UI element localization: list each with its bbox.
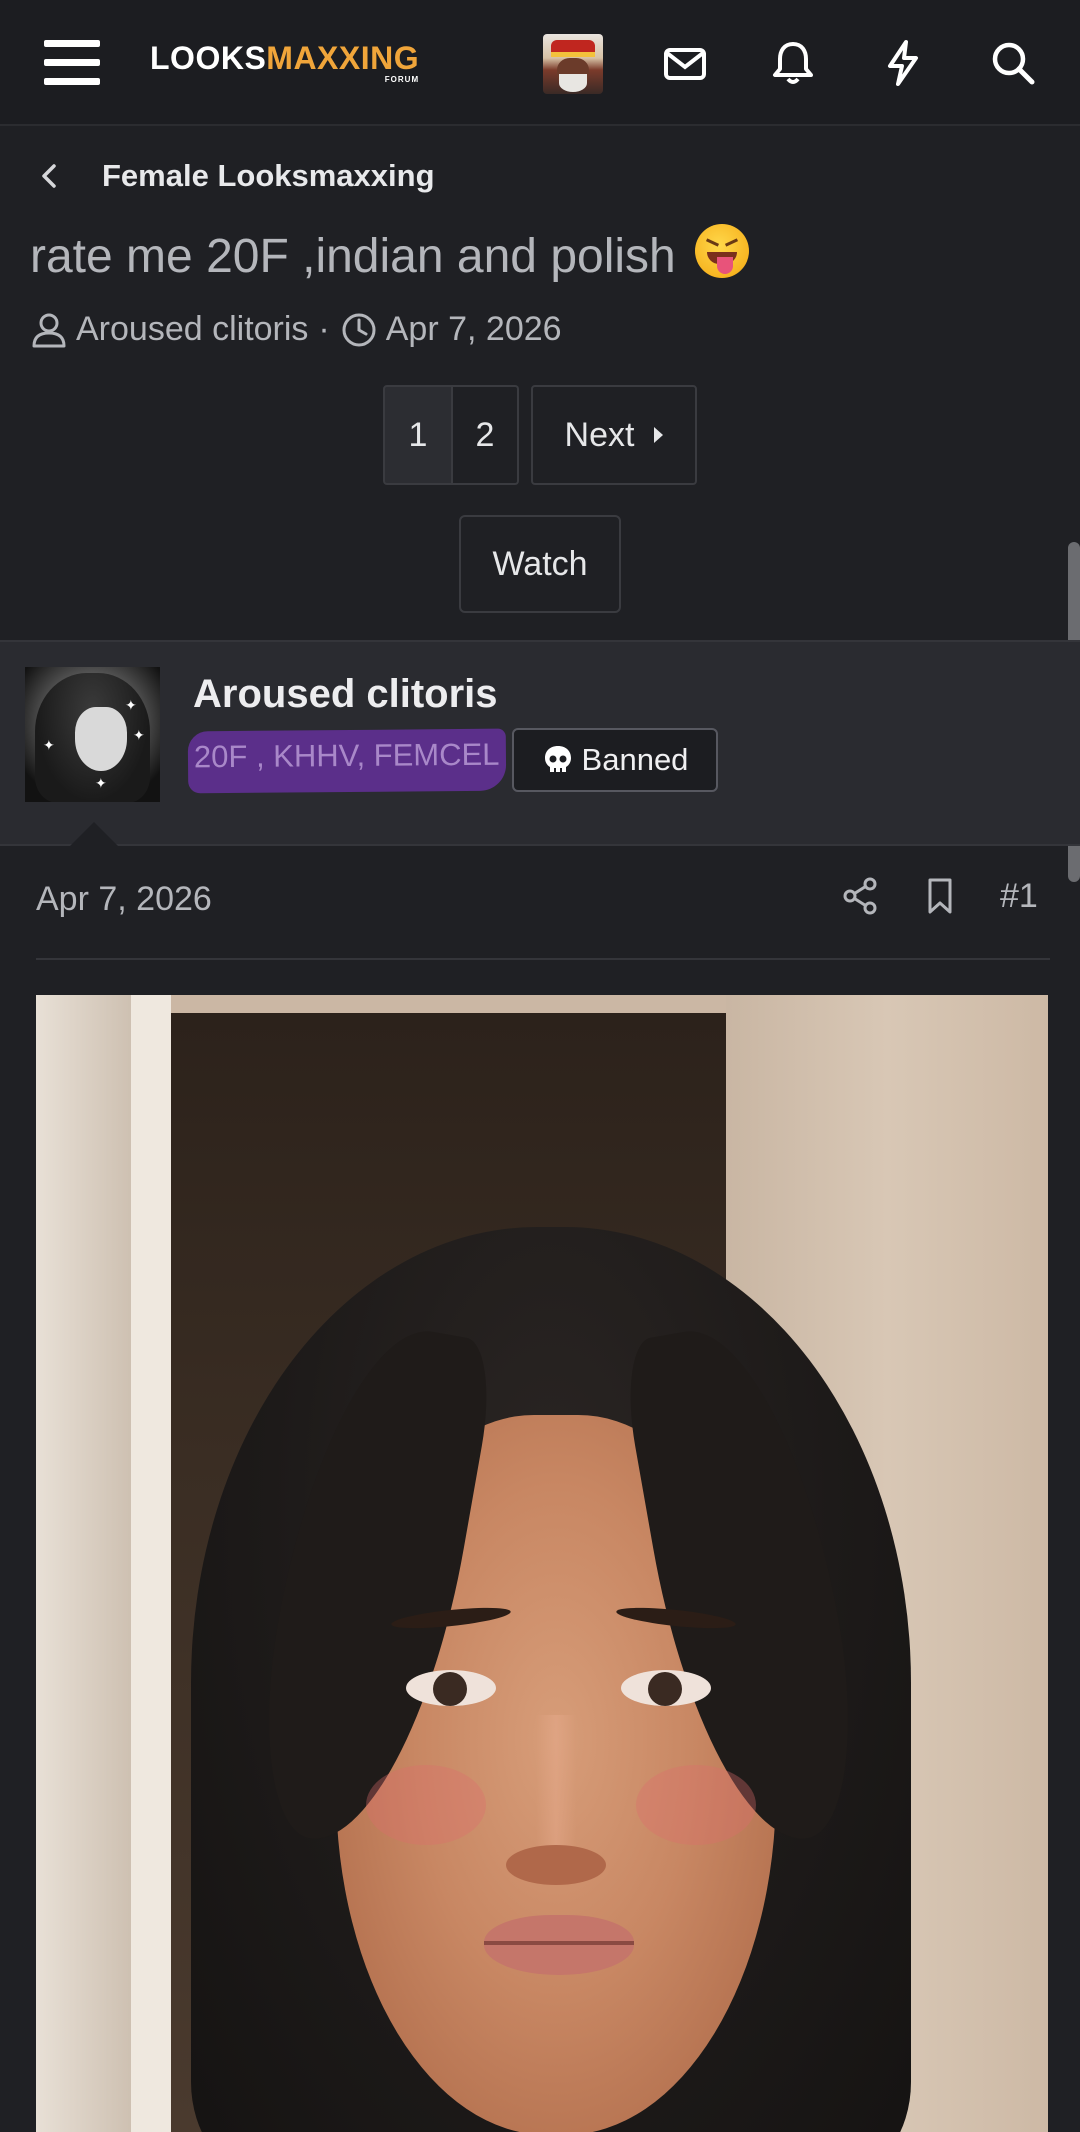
mail-icon[interactable] — [660, 38, 710, 88]
skull-icon — [544, 746, 571, 772]
share-icon[interactable] — [840, 876, 880, 916]
menu-icon[interactable] — [44, 38, 102, 88]
squinting-tongue-emoji-icon — [695, 224, 750, 278]
user-title: 20F , KHHV, FEMCEL — [187, 728, 506, 794]
clock-icon — [342, 313, 376, 346]
breadcrumb-label[interactable]: Female Looksmaxxing — [102, 158, 435, 194]
post-avatar[interactable]: ✦ ✦ ✦ ✦ — [25, 667, 160, 802]
meta-separator: · — [318, 310, 330, 348]
user-icon — [32, 313, 66, 347]
thread-date[interactable]: Apr 7, 2026 — [386, 310, 562, 349]
post-pointer — [70, 822, 118, 846]
next-page-button[interactable]: Next — [531, 385, 697, 485]
post-actions: #1 — [840, 876, 1038, 916]
logo-looks: LOOKS — [150, 40, 267, 76]
post-number[interactable]: #1 — [1000, 877, 1038, 916]
breadcrumb[interactable]: Female Looksmaxxing — [30, 156, 435, 196]
top-bar: LOOKSMAXXING FORUM — [0, 0, 1080, 126]
post-date[interactable]: Apr 7, 2026 — [36, 880, 212, 919]
post-user-header: ✦ ✦ ✦ ✦ Aroused clitoris 20F , KHHV, FEM… — [0, 640, 1080, 846]
logo-forum: FORUM — [384, 75, 420, 84]
post-username[interactable]: Aroused clitoris — [193, 672, 498, 717]
thread-author[interactable]: Aroused clitoris — [76, 310, 308, 349]
pagination: 1 2 Next — [383, 385, 697, 485]
site-logo[interactable]: LOOKSMAXXING FORUM — [150, 40, 420, 84]
chevron-left-icon — [42, 164, 56, 188]
caret-right-icon — [654, 427, 664, 443]
thread-title-text: rate me 20F ,indian and polish — [30, 230, 676, 283]
lightning-icon[interactable] — [878, 38, 928, 88]
page-2-button[interactable]: 2 — [453, 385, 519, 485]
thread-meta: Aroused clitoris · Apr 7, 2026 — [30, 310, 562, 349]
thread-title: rate me 20F ,indian and polish — [30, 224, 750, 284]
post-divider — [36, 958, 1050, 960]
banned-label: Banned — [581, 742, 689, 777]
page-1-button[interactable]: 1 — [383, 385, 453, 485]
post-image[interactable] — [36, 995, 1048, 2132]
bell-icon[interactable] — [768, 38, 818, 88]
user-avatar[interactable] — [543, 34, 603, 94]
banned-badge: Banned — [512, 728, 718, 792]
logo-maxxing: MAXXING — [266, 40, 420, 76]
bookmark-icon[interactable] — [920, 876, 960, 916]
next-label: Next — [564, 415, 635, 454]
search-icon[interactable] — [988, 38, 1038, 88]
watch-button[interactable]: Watch — [459, 515, 621, 613]
